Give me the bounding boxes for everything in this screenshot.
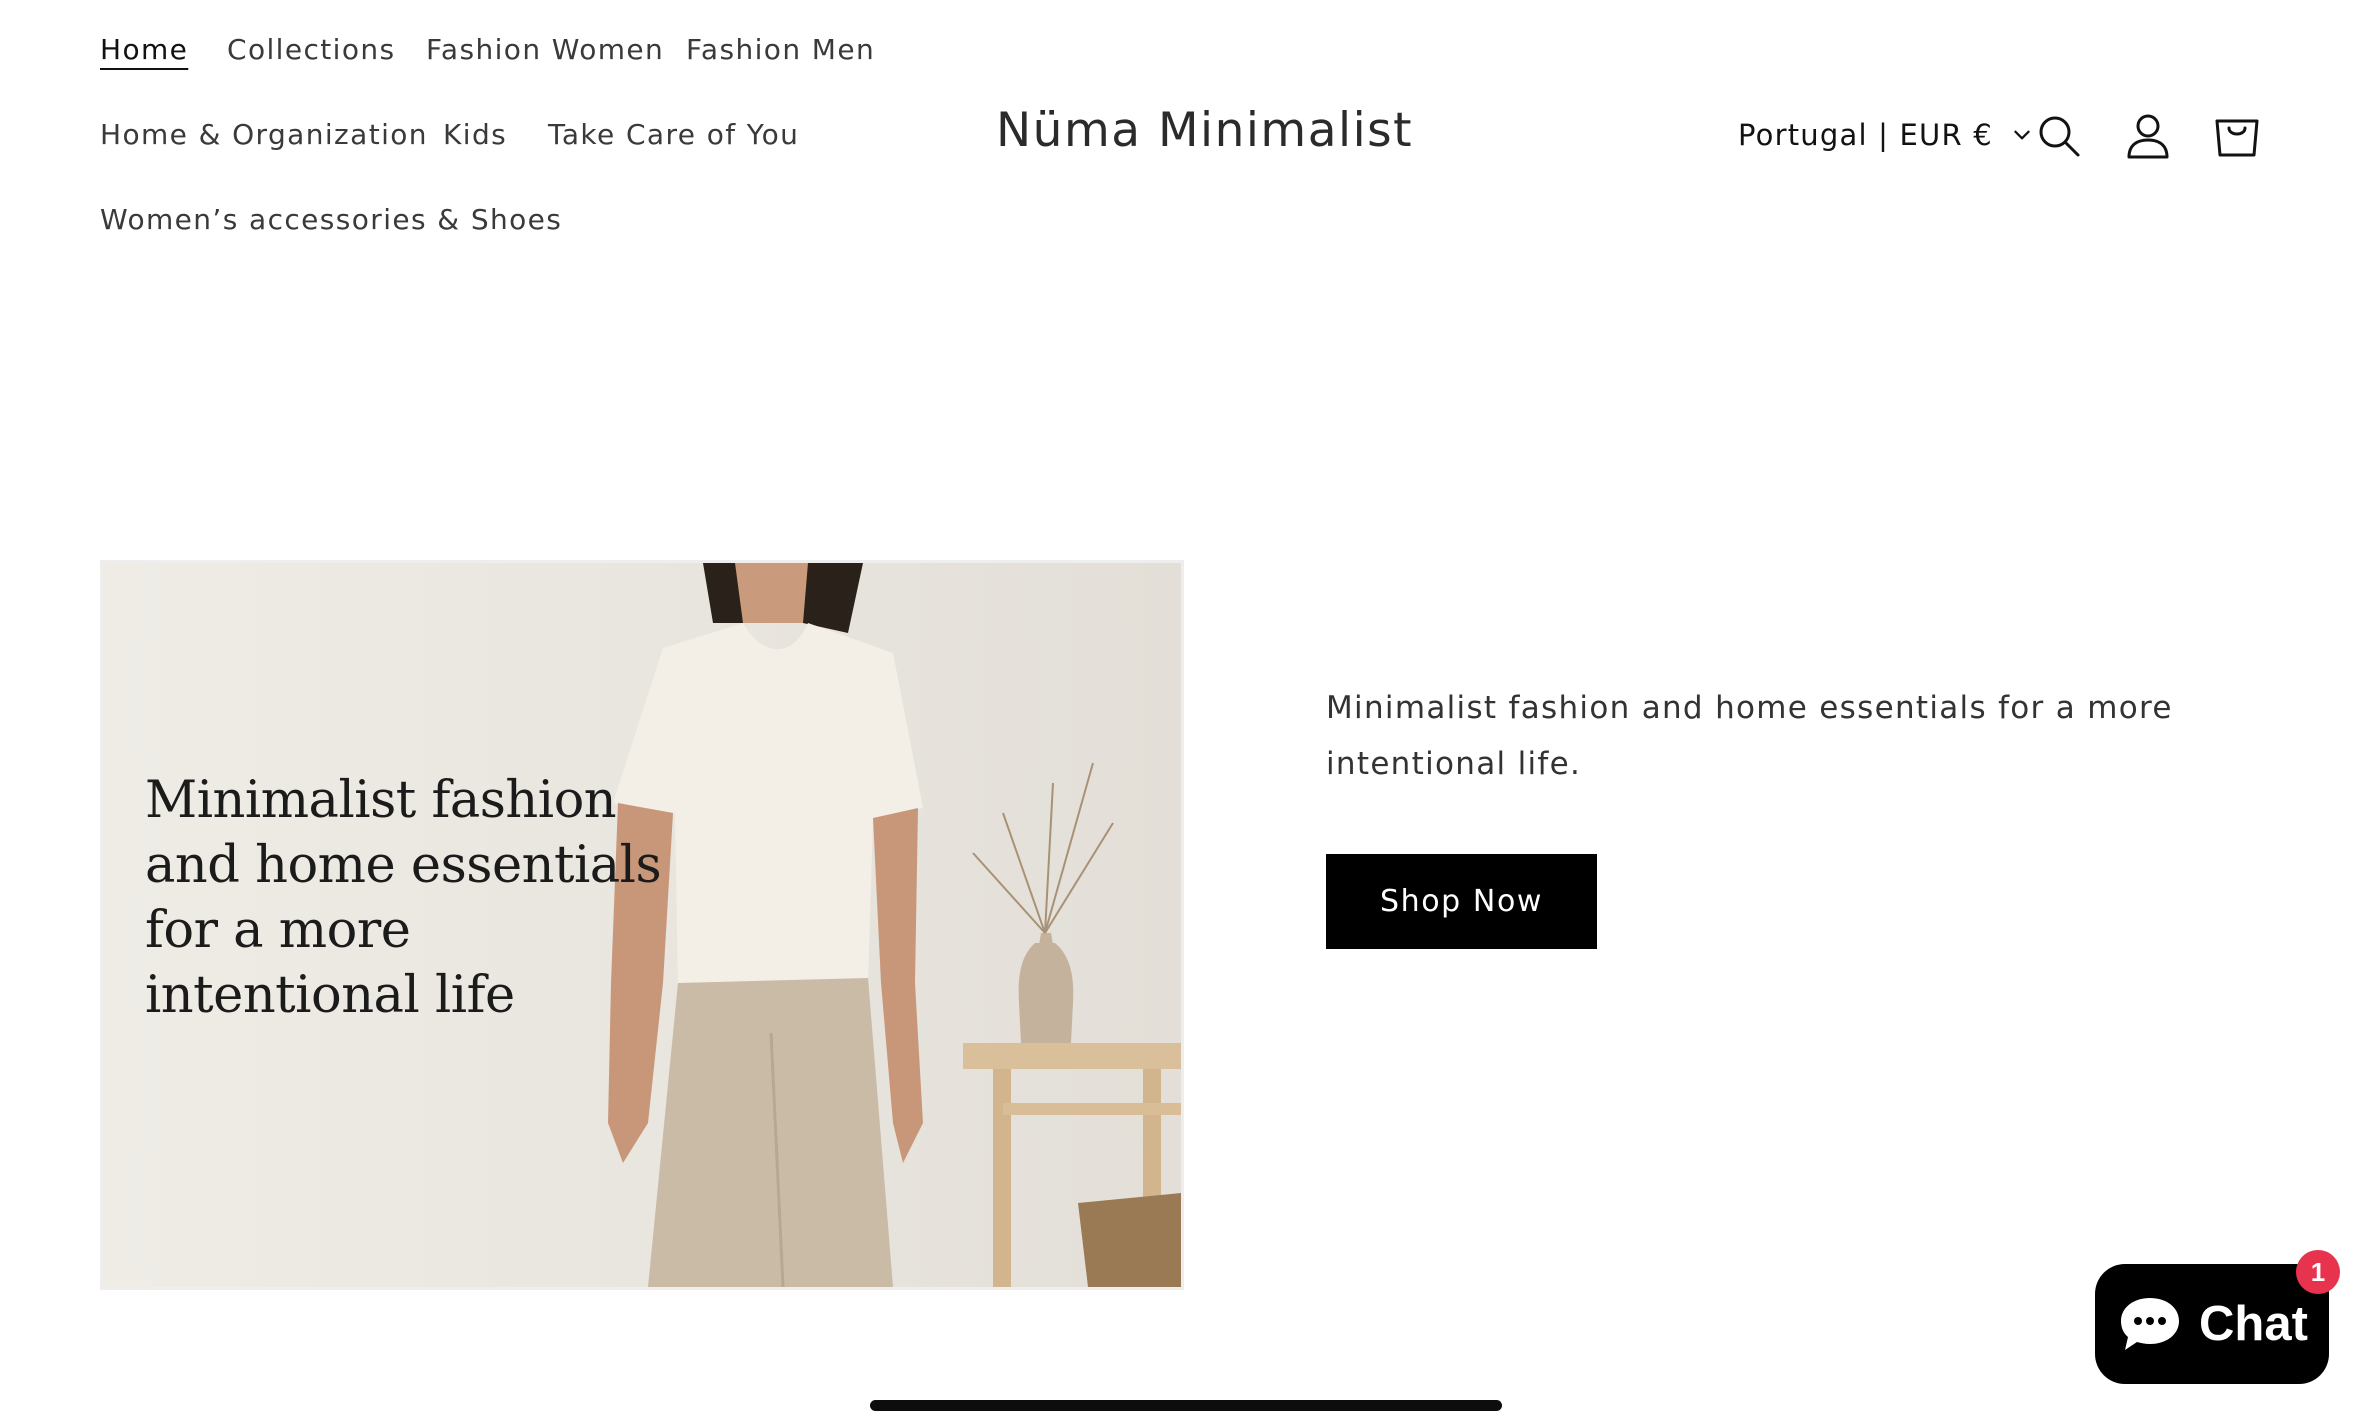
chat-label: Chat — [2199, 1297, 2308, 1351]
shop-now-button[interactable]: Shop Now — [1326, 854, 1597, 949]
hero-banner-image: Minimalist fashion and home essentials f… — [100, 560, 1184, 1290]
search-icon[interactable] — [2034, 111, 2084, 161]
nav-item-womens-accessories-shoes[interactable]: Women’s accessories & Shoes — [100, 203, 562, 236]
hero-description: Minimalist fashion and home essentials f… — [1326, 690, 2173, 782]
brand-logo[interactable]: Nüma Minimalist — [996, 103, 1413, 158]
locale-label: Portugal | EUR € — [1738, 118, 1993, 152]
chat-button[interactable]: Chat — [2095, 1264, 2329, 1384]
nav-item-kids[interactable]: Kids — [443, 118, 507, 151]
locale-selector[interactable]: Portugal | EUR € — [1738, 118, 2033, 152]
site-header: Home Collections Fashion Women Fashion M… — [0, 0, 2360, 280]
chat-notification-badge: 1 — [2296, 1250, 2340, 1294]
home-indicator[interactable] — [870, 1400, 1502, 1411]
nav-item-collections[interactable]: Collections — [227, 33, 395, 66]
hero-image-heading: Minimalist fashion and home essentials f… — [145, 771, 662, 1025]
chat-bubble-icon — [2121, 1298, 2179, 1350]
chevron-down-icon — [2014, 130, 2030, 140]
cart-icon[interactable] — [2212, 111, 2262, 161]
nav-item-fashion-women[interactable]: Fashion Women — [426, 33, 664, 66]
account-icon[interactable] — [2123, 111, 2173, 161]
nav-item-home[interactable]: Home — [100, 33, 188, 66]
nav-item-take-care-of-you[interactable]: Take Care of You — [548, 118, 799, 151]
nav-item-home-organization[interactable]: Home & Organization — [100, 118, 428, 151]
nav-item-fashion-men[interactable]: Fashion Men — [686, 33, 875, 66]
